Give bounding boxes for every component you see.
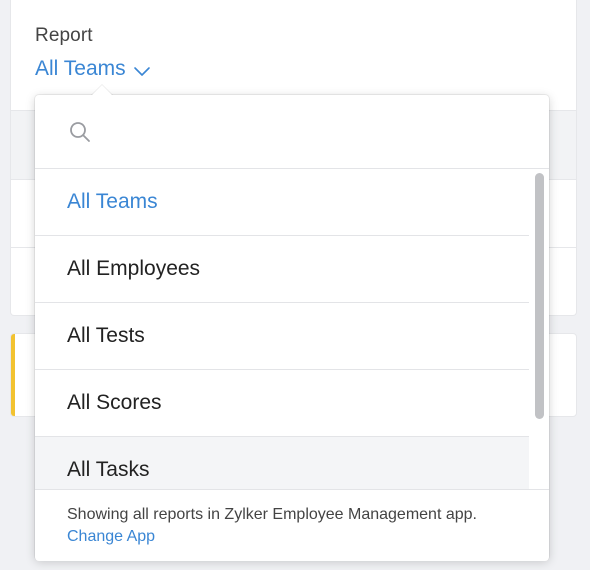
scrollbar-thumb[interactable] xyxy=(535,173,544,419)
footer-text: Showing all reports in Zylker Employee M… xyxy=(67,504,517,548)
report-selected-value: All Teams xyxy=(35,57,126,80)
notice-accent-bar xyxy=(11,334,15,416)
report-selector[interactable]: All Teams xyxy=(35,57,151,81)
search-icon xyxy=(70,121,90,142)
option-all-scores[interactable]: All Scores xyxy=(35,370,529,437)
report-label: Report xyxy=(35,25,93,46)
footer-message: Showing all reports in Zylker Employee M… xyxy=(67,506,477,523)
dropdown-search xyxy=(35,95,549,169)
dropdown-scrollbar[interactable] xyxy=(535,173,545,489)
option-label: All Tasks xyxy=(67,458,150,481)
dropdown-footer: Showing all reports in Zylker Employee M… xyxy=(35,489,549,561)
option-label: All Employees xyxy=(67,257,201,280)
option-label: All Scores xyxy=(67,391,162,414)
option-all-tasks[interactable]: All Tasks xyxy=(35,437,529,489)
option-label: All Tests xyxy=(67,324,145,347)
option-all-tests[interactable]: All Tests xyxy=(35,303,529,370)
option-label: All Teams xyxy=(67,190,158,213)
report-dropdown: All Teams All Employees All Tests All Sc… xyxy=(35,85,549,561)
dropdown-options: All Teams All Employees All Tests All Sc… xyxy=(35,169,529,489)
option-all-employees[interactable]: All Employees xyxy=(35,236,529,303)
search-input[interactable] xyxy=(102,120,506,143)
option-all-teams[interactable]: All Teams xyxy=(35,169,529,236)
chevron-down-icon xyxy=(133,67,150,76)
change-app-link[interactable]: Change App xyxy=(67,528,155,545)
